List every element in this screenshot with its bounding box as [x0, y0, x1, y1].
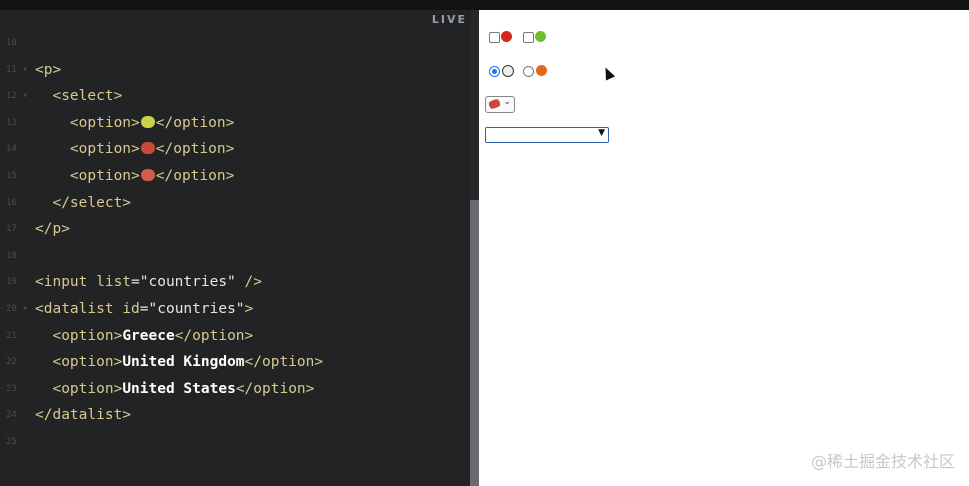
code-token: <option> — [35, 167, 140, 184]
radio-basketball[interactable] — [523, 66, 534, 77]
code-token: </option> — [155, 167, 235, 184]
code-token: </option> — [235, 380, 315, 397]
code-line: 23 <option>United States</option> — [0, 376, 470, 403]
code-text: <option> </option> — [35, 110, 234, 137]
code-text: </datalist> — [35, 402, 131, 429]
code-text: <option>United States</option> — [35, 376, 314, 403]
code-text: <option>Greece</option> — [35, 323, 253, 350]
code-text: <datalist id="countries"> — [35, 296, 253, 323]
green-apple-icon — [535, 31, 546, 42]
line-number: 18 — [6, 250, 17, 261]
code-token: Greece — [122, 327, 175, 344]
line-number: 14 — [6, 144, 17, 155]
top-bar — [0, 0, 969, 10]
mouse-cursor-icon — [600, 65, 616, 81]
code-line: 18 — [0, 243, 470, 270]
checkbox-red-apple[interactable] — [489, 32, 500, 43]
code-text: <p> — [35, 57, 61, 84]
code-line: 22 <option>United Kingdom</option> — [0, 349, 470, 376]
line-number: 16 — [6, 197, 17, 208]
code-token: <datalist — [35, 300, 123, 317]
line-number: 12 ▾ — [6, 91, 28, 102]
code-token: <select> — [35, 88, 123, 105]
code-token: United States — [122, 380, 236, 397]
line-number: 23 — [6, 383, 17, 394]
avocado-emoji — [140, 115, 155, 128]
code-text: <option> </option> — [35, 136, 234, 163]
line-number: 21 — [6, 330, 17, 341]
food-select[interactable]: ⌄ — [485, 96, 515, 113]
code-token: <option> — [35, 380, 123, 397]
code-line: 11 ▾ <p> — [0, 57, 470, 84]
live-preview-pane: ⌄ ▼ @稀土掘金技术社区 — [479, 10, 969, 486]
editor-scrollbar-thumb[interactable] — [470, 200, 479, 486]
steak-emoji — [487, 98, 502, 110]
line-number: 13 — [6, 117, 17, 128]
code-line: 15 <option> </option> — [0, 163, 470, 190]
code-text: <option>United Kingdom</option> — [35, 349, 323, 376]
checkbox-green-apple[interactable] — [523, 32, 534, 43]
code-token: <option> — [35, 327, 123, 344]
code-line: 16 </select> — [0, 190, 470, 217]
line-number: 10 — [6, 38, 17, 48]
radio-soccer[interactable] — [489, 66, 500, 77]
code-token: </option> — [155, 141, 235, 158]
bacon-emoji — [140, 168, 155, 181]
code-token: United Kingdom — [122, 354, 245, 371]
watermark: @稀土掘金技术社区 — [810, 452, 955, 471]
code-text: </p> — [35, 216, 70, 243]
code-line: 21 <option>Greece</option> — [0, 323, 470, 350]
line-number: 22 — [6, 357, 17, 368]
code-text: <option> </option> — [35, 163, 234, 190]
code-line: 24 </datalist> — [0, 402, 470, 429]
code-token: > — [244, 300, 254, 317]
code-line: 17 </p> — [0, 216, 470, 243]
code-line: 10 — [0, 30, 470, 57]
code-token: </datalist> — [35, 407, 132, 424]
line-number: 24 — [6, 410, 17, 421]
code-token: <option> — [35, 354, 123, 371]
line-number: 20 ▾ — [6, 303, 28, 314]
code-line: 12 ▾ <select> — [0, 83, 470, 110]
code-text: <input list="countries" /> — [35, 269, 262, 296]
code-token: ="countries" — [131, 274, 236, 291]
line-number: 15 — [6, 170, 17, 181]
code-token: list — [96, 274, 132, 291]
chevron-down-icon: ⌄ — [503, 97, 511, 107]
code-token: </p> — [35, 221, 70, 238]
code-token: </select> — [35, 194, 132, 211]
line-number: 11 ▾ — [6, 64, 28, 75]
code-token: <p> — [35, 61, 62, 78]
country-datalist-input[interactable]: ▼ — [485, 127, 609, 143]
code-text: <select> — [35, 83, 122, 110]
line-number: 17 — [6, 224, 17, 235]
code-line: 19 <input list="countries" /> — [0, 269, 470, 296]
code-line: 20 ▾ <datalist id="countries"> — [0, 296, 470, 323]
code-token: <input — [35, 274, 97, 291]
code-token: /> — [235, 274, 262, 291]
code-text: </select> — [35, 190, 131, 217]
line-number: 19 — [6, 277, 17, 288]
code-line: 25 — [0, 429, 470, 456]
code-token: ="countries" — [139, 300, 245, 317]
code-editor[interactable]: LIVE 10 11 ▾ <p> 12 ▾ <select> 13 <option> </… — [0, 10, 479, 486]
code-line: 14 <option> </option> — [0, 136, 470, 163]
code-token: </option> — [174, 327, 254, 344]
red-apple-icon — [501, 31, 512, 42]
code-line: 13 <option> </option> — [0, 110, 470, 137]
code-token: id — [122, 300, 140, 317]
code-token: <option> — [35, 141, 140, 158]
soccer-ball-icon — [502, 65, 514, 77]
code-token: </option> — [155, 114, 235, 131]
live-indicator: LIVE — [431, 13, 467, 26]
code-token: </option> — [244, 354, 324, 371]
code-token: <option> — [35, 114, 140, 131]
basketball-icon — [536, 65, 547, 76]
code-lines: 10 11 ▾ <p> 12 ▾ <select> 13 <option> </optio… — [0, 30, 470, 456]
steak-emoji — [140, 142, 155, 155]
line-number: 25 — [6, 436, 17, 447]
dropdown-arrow-icon[interactable]: ▼ — [598, 128, 605, 138]
